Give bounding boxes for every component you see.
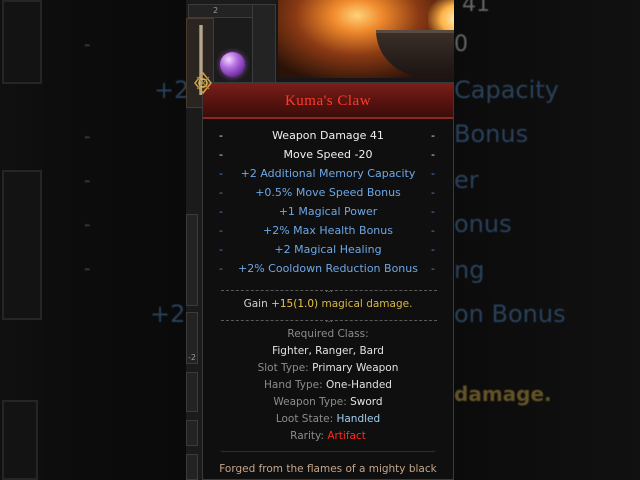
slot-type-value: Primary Weapon <box>312 362 399 374</box>
bg-right-text: 41 <box>462 0 490 17</box>
stat-text: +2 Magical Healing <box>274 243 382 256</box>
stat-text: Weapon Damage 41 <box>272 129 384 142</box>
rarity-row: Rarity: Artifact <box>203 428 453 445</box>
stat-bullet: - <box>431 148 435 161</box>
bg-right-text: Capacity <box>454 76 559 104</box>
item-tooltip: Kuma's Claw - Weapon Damage 41 - - Move … <box>194 71 454 480</box>
stat-row: - Weapon Damage 41 - <box>203 127 453 145</box>
stat-row: - +2 Magical Healing - <box>203 241 453 259</box>
background-left-blur: - +2 - - - - +2 <box>0 0 186 480</box>
stat-bullet: - <box>219 224 223 237</box>
cauldron <box>376 30 454 76</box>
hand-type-value: One-Handed <box>326 379 392 391</box>
flavor-text: Forged from the flames of a mighty black <box>219 463 437 475</box>
stat-bullet: - <box>431 262 435 275</box>
effect-amount: +15(1.0) <box>271 298 319 310</box>
stat-bullet: - <box>431 129 435 142</box>
stat-text: +2 Additional Memory Capacity <box>240 167 416 180</box>
required-class-value-row: Fighter, Ranger, Bard <box>203 343 453 360</box>
bg-left-text: +2 <box>150 300 186 328</box>
hand-type-label: Hand Type: <box>264 379 323 391</box>
bg-right-text: on Bonus <box>454 300 566 328</box>
item-name: Kuma's Claw <box>284 93 372 109</box>
rarity-label: Rarity: <box>290 430 324 442</box>
stat-bullet: - <box>219 205 223 218</box>
stat-bullet: - <box>219 129 223 142</box>
required-class-row: Required Class: <box>203 326 453 343</box>
magic-orb-icon[interactable] <box>220 52 245 77</box>
loot-state-value: Handled <box>336 413 381 425</box>
required-class-value: Fighter, Ranger, Bard <box>272 345 384 357</box>
stat-bullet: - <box>431 205 435 218</box>
bg-right-text: 0 <box>454 32 468 57</box>
inventory-slot[interactable]: -2 <box>186 312 198 364</box>
inventory-slot[interactable] <box>186 372 198 412</box>
inventory-slot[interactable]: 2 <box>188 4 254 18</box>
stat-bullet: - <box>431 167 435 180</box>
stat-row: - +0.5% Move Speed Bonus - <box>203 184 453 202</box>
stat-text: +2% Max Health Bonus <box>263 224 393 237</box>
background-right-blur: 41 0 Capacity Bonus er onus ng on Bonus … <box>454 0 640 480</box>
bg-right-text: Bonus <box>454 120 529 148</box>
loot-state-label: Loot State: <box>275 413 334 425</box>
bg-left-text: +2 <box>154 76 186 104</box>
slot-type-row: Slot Type: Primary Weapon <box>203 360 453 377</box>
bg-right-text: damage. <box>454 382 552 406</box>
stat-text: +1 Magical Power <box>278 205 378 218</box>
bg-dash: - <box>84 170 91 191</box>
bg-slot <box>2 400 38 480</box>
stat-row: - Move Speed -20 - <box>203 146 453 164</box>
inventory-slot[interactable] <box>186 214 198 306</box>
stat-text: +0.5% Move Speed Bonus <box>255 186 401 199</box>
stat-bullet: - <box>219 148 223 161</box>
stat-text: +2% Cooldown Reduction Bonus <box>238 262 418 275</box>
weapon-type-value: Sword <box>350 396 383 408</box>
bg-dash: - <box>84 126 91 147</box>
celtic-knot-corner-icon <box>194 71 212 95</box>
stat-row: - +1 Magical Power - <box>203 203 453 221</box>
stat-bullet: - <box>431 224 435 237</box>
slot-number: -2 <box>188 353 196 362</box>
bg-right-text: ng <box>454 256 485 284</box>
stat-text: Move Speed -20 <box>283 148 373 161</box>
hand-type-row: Hand Type: One-Handed <box>203 377 453 394</box>
slot-number: 2 <box>213 6 219 15</box>
campfire-scene <box>278 0 454 78</box>
stat-row: - +2% Cooldown Reduction Bonus - <box>203 260 453 278</box>
stat-bullet: - <box>219 186 223 199</box>
loot-state-row: Loot State: Handled <box>203 411 453 428</box>
effect-text: Gain +15(1.0) magical damage. <box>203 295 453 313</box>
effect-prefix: Gain <box>243 298 268 310</box>
bg-right-text: er <box>454 166 479 194</box>
divider-marker: ... <box>325 285 333 294</box>
required-class-label: Required Class: <box>287 328 369 340</box>
stat-bullet: - <box>219 243 223 256</box>
bg-dash: - <box>84 214 91 235</box>
stat-bullet: - <box>219 262 223 275</box>
weapon-type-label: Weapon Type: <box>273 396 347 408</box>
bg-slot <box>2 0 42 84</box>
rarity-value: Artifact <box>327 430 366 442</box>
inventory-slot[interactable] <box>186 454 198 480</box>
effect-suffix: magical damage. <box>321 298 413 310</box>
divider-marker: ... <box>325 315 333 324</box>
bg-slot <box>2 170 42 320</box>
stat-bullet: - <box>219 167 223 180</box>
stat-bullet: - <box>431 243 435 256</box>
bg-dash: - <box>84 258 91 279</box>
inventory-slot[interactable] <box>186 420 198 446</box>
flavor-divider <box>221 451 435 452</box>
stat-row: - +2% Max Health Bonus - <box>203 222 453 240</box>
bg-right-text: onus <box>454 210 512 238</box>
stat-bullet: - <box>431 186 435 199</box>
weapon-type-row: Weapon Type: Sword <box>203 394 453 411</box>
bg-dash: - <box>84 34 91 55</box>
slot-type-label: Slot Type: <box>257 362 309 374</box>
stat-row: - +2 Additional Memory Capacity - <box>203 165 453 183</box>
